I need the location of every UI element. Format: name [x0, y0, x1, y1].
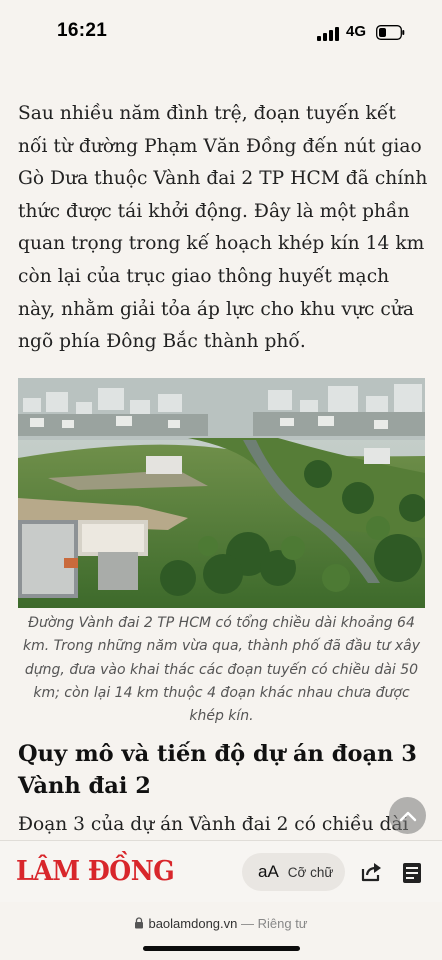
- brand-logo[interactable]: LÂM ĐỒNG: [16, 856, 175, 887]
- status-time: 16:21: [57, 20, 108, 41]
- browser-url-bar[interactable]: baolamdong.vn — Riêng tư: [0, 902, 442, 960]
- font-size-label: Cỡ chữ: [287, 864, 334, 880]
- font-size-button[interactable]: aA Cỡ chữ: [242, 853, 345, 891]
- url-domain: baolamdong.vn: [148, 916, 238, 931]
- status-bar: 16:21 4G: [0, 0, 442, 68]
- lock-icon: [135, 917, 144, 929]
- battery-icon: [376, 25, 405, 40]
- url-separator: —: [237, 916, 258, 931]
- article-intro-paragraph: Sau nhiều năm đình trệ, đoạn tuyến kết n…: [18, 103, 428, 353]
- share-icon[interactable]: [359, 860, 383, 884]
- bottom-toolbar: LÂM ĐỒNG aA Cỡ chữ: [0, 840, 442, 902]
- section-heading: Quy mô và tiến độ dự án đoạn 3 Vành đai …: [18, 741, 417, 799]
- article-body-paragraph: Đoạn 3 của dự án Vành đai 2 có chiều dài: [18, 814, 409, 835]
- article-photo: [18, 378, 425, 608]
- font-size-icon: aA: [258, 862, 279, 881]
- home-indicator[interactable]: [143, 946, 300, 951]
- article-menu-icon[interactable]: [401, 862, 423, 884]
- network-type: 4G: [346, 23, 367, 40]
- url-display[interactable]: baolamdong.vn — Riêng tư: [0, 916, 442, 931]
- signal-icon: [317, 27, 339, 41]
- scroll-top-button[interactable]: [389, 797, 426, 834]
- scroll-top-icon: [399, 811, 416, 821]
- photo-caption: Đường Vành đai 2 TP HCM có tổng chiều dà…: [22, 615, 421, 725]
- privacy-label: Riêng tư: [257, 916, 308, 931]
